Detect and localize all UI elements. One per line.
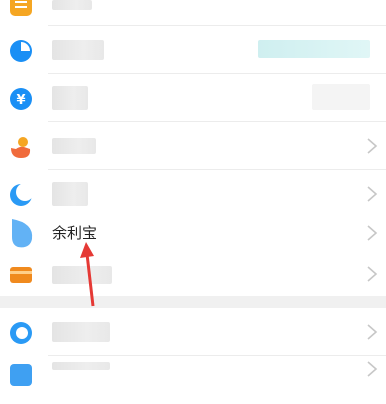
list-item[interactable] xyxy=(0,250,386,298)
list-icon xyxy=(8,0,34,18)
section-gap xyxy=(0,296,386,308)
chevron-right-icon xyxy=(366,265,378,283)
list-item[interactable] xyxy=(0,356,386,404)
list-item[interactable] xyxy=(0,122,386,170)
blurred-label xyxy=(52,0,92,10)
square-icon xyxy=(8,362,34,388)
blurred-value xyxy=(312,84,370,110)
chevron-right-icon xyxy=(366,360,378,378)
card-icon xyxy=(8,262,34,288)
blurred-label xyxy=(52,362,110,370)
chevron-right-icon xyxy=(366,323,378,341)
blurred-label xyxy=(52,182,88,206)
blurred-label xyxy=(52,40,104,60)
list-item[interactable]: ¥ xyxy=(0,74,386,122)
crescent-icon xyxy=(8,182,34,208)
chevron-right-icon xyxy=(366,224,378,242)
list-item[interactable] xyxy=(0,26,386,74)
blurred-value xyxy=(258,40,370,58)
blurred-label xyxy=(52,322,110,342)
annotation-arrow-icon xyxy=(70,240,110,310)
blurred-label xyxy=(52,138,96,154)
chevron-right-icon xyxy=(366,137,378,155)
list-item[interactable] xyxy=(0,308,386,356)
circle-icon xyxy=(8,320,34,346)
svg-text:¥: ¥ xyxy=(16,93,25,108)
list-item[interactable] xyxy=(0,0,386,26)
drop-icon xyxy=(8,217,36,249)
blurred-label xyxy=(52,86,88,110)
chevron-right-icon xyxy=(366,185,378,203)
hand-coin-icon xyxy=(8,134,34,160)
yuan-icon: ¥ xyxy=(8,86,34,112)
pie-chart-icon xyxy=(8,38,34,64)
